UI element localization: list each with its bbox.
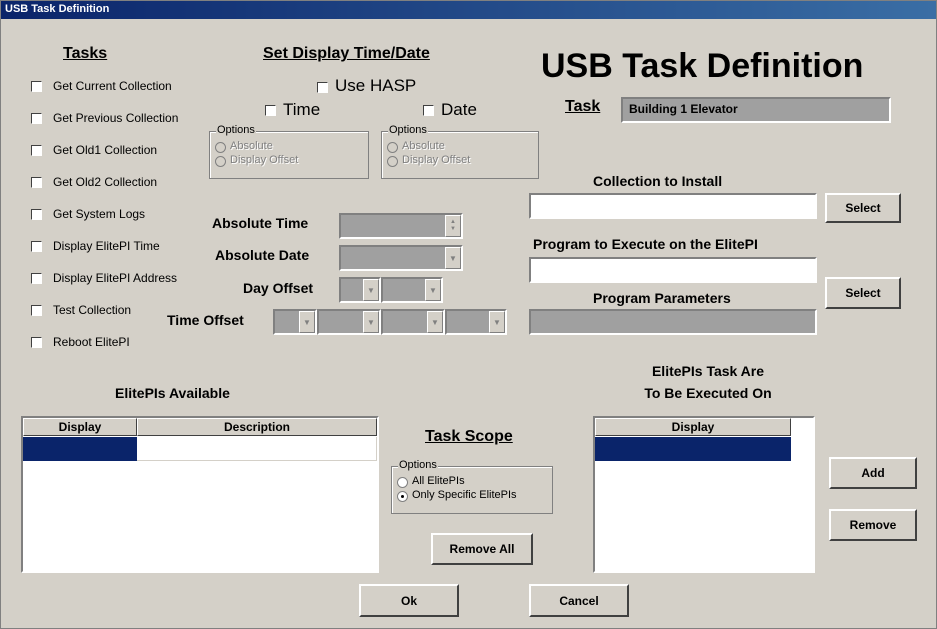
time-offset-combo-1[interactable]: ▼	[273, 309, 317, 335]
use-hasp-checkbox[interactable]	[317, 82, 328, 93]
task-checkbox[interactable]	[31, 145, 42, 156]
task-checkbox[interactable]	[31, 273, 42, 284]
time-absolute-label: Absolute	[230, 140, 273, 152]
date-checkbox[interactable]	[423, 105, 434, 116]
task-checkbox[interactable]	[31, 337, 42, 348]
scope-all-radio[interactable]	[397, 477, 408, 488]
time-options-legend: Options	[216, 124, 256, 136]
executed-list[interactable]: Display	[593, 416, 815, 573]
task-label: Reboot ElitePI	[53, 335, 130, 349]
chevron-down-icon[interactable]: ▼	[299, 311, 315, 333]
params-select-button[interactable]: Select	[825, 277, 901, 309]
collection-label: Collection to Install	[593, 173, 723, 189]
day-offset-combo-1[interactable]: ▼	[339, 277, 381, 303]
program-label: Program to Execute on the ElitePI	[533, 236, 758, 252]
date-display-offset-label: Display Offset	[402, 154, 471, 166]
cancel-button[interactable]: Cancel	[529, 584, 629, 617]
chevron-down-icon[interactable]: ▼	[427, 311, 443, 333]
absolute-time-label: Absolute Time	[212, 215, 309, 231]
task-label: Get Current Collection	[53, 79, 172, 93]
spinner-arrows-icon[interactable]: ▲ ▼	[445, 215, 461, 237]
available-col-description[interactable]: Description	[137, 418, 377, 436]
chevron-down-icon[interactable]: ▼	[363, 279, 379, 301]
scope-specific-radio[interactable]	[397, 491, 408, 502]
chevron-down-icon[interactable]: ▼	[445, 247, 461, 269]
list-item[interactable]	[595, 437, 791, 461]
task-label: Get Previous Collection	[53, 111, 179, 125]
time-display-offset-radio[interactable]	[215, 156, 226, 167]
program-input[interactable]	[529, 257, 817, 283]
task-label: Get Old2 Collection	[53, 175, 158, 189]
scope-all-label: All ElitePIs	[412, 475, 465, 487]
remove-button[interactable]: Remove	[829, 509, 917, 541]
day-offset-combo-2[interactable]: ▼	[381, 277, 443, 303]
chevron-down-icon[interactable]: ▼	[363, 311, 379, 333]
executed-heading-2: To Be Executed On	[644, 385, 772, 401]
task-checkbox[interactable]	[31, 209, 42, 220]
day-offset-label: Day Offset	[243, 280, 314, 296]
absolute-date-combo[interactable]: ▼	[339, 245, 463, 271]
absolute-date-label: Absolute Date	[215, 247, 310, 263]
remove-all-button[interactable]: Remove All	[431, 533, 533, 565]
page-title: USB Task Definition	[541, 47, 864, 85]
chevron-down-icon[interactable]: ▼	[425, 279, 441, 301]
scope-options-group: Options All ElitePIs Only Specific Elite…	[391, 459, 553, 514]
use-hasp-label: Use HASP	[335, 76, 417, 95]
task-checkbox[interactable]	[31, 305, 42, 316]
date-absolute-radio[interactable]	[387, 142, 398, 153]
task-label: Task	[565, 98, 601, 115]
time-checkbox[interactable]	[265, 105, 276, 116]
time-offset-combo-4[interactable]: ▼	[445, 309, 507, 335]
time-options-group: Options Absolute Display Offset	[209, 124, 369, 179]
window-title: USB Task Definition	[5, 3, 110, 15]
task-checkbox[interactable]	[31, 177, 42, 188]
date-options-group: Options Absolute Display Offset	[381, 124, 539, 179]
collection-input[interactable]	[529, 193, 817, 219]
chevron-down-icon[interactable]: ▼	[489, 311, 505, 333]
date-options-legend: Options	[388, 124, 428, 136]
ok-button[interactable]: Ok	[359, 584, 459, 617]
task-checkbox[interactable]	[31, 113, 42, 124]
available-heading: ElitePIs Available	[115, 385, 230, 401]
scope-heading: Task Scope	[425, 428, 513, 445]
time-offset-label: Time Offset	[167, 312, 244, 328]
collection-select-button[interactable]: Select	[825, 193, 901, 223]
task-label: Get System Logs	[53, 207, 146, 221]
task-label: Display ElitePI Address	[53, 271, 178, 285]
display-time-heading: Set Display Time/Date	[263, 45, 430, 62]
absolute-time-spinner[interactable]: ▲ ▼	[339, 213, 463, 239]
scope-options-legend: Options	[398, 459, 438, 471]
params-input[interactable]	[529, 309, 817, 335]
task-label: Test Collection	[53, 303, 132, 317]
task-label: Get Old1 Collection	[53, 143, 158, 157]
available-col-display[interactable]: Display	[23, 418, 137, 436]
task-name-field[interactable]: Building 1 Elevator	[621, 97, 891, 123]
add-button[interactable]: Add	[829, 457, 917, 489]
list-item[interactable]	[23, 437, 137, 461]
time-offset-combo-2[interactable]: ▼	[317, 309, 381, 335]
executed-heading-1: ElitePIs Task Are	[651, 363, 765, 379]
task-checkbox[interactable]	[31, 81, 42, 92]
executed-col-display[interactable]: Display	[595, 418, 791, 436]
date-absolute-label: Absolute	[402, 140, 445, 152]
tasks-heading: Tasks	[63, 45, 108, 62]
time-absolute-radio[interactable]	[215, 142, 226, 153]
scope-specific-label: Only Specific ElitePIs	[412, 489, 517, 501]
date-label: Date	[441, 100, 477, 119]
time-offset-combo-3[interactable]: ▼	[381, 309, 445, 335]
date-display-offset-radio[interactable]	[387, 156, 398, 167]
title-bar[interactable]: USB Task Definition	[1, 1, 936, 19]
dialog-window: USB Task Definition Tasks Get Current Co…	[0, 0, 937, 629]
time-label: Time	[283, 100, 321, 119]
task-checkbox[interactable]	[31, 241, 42, 252]
list-item[interactable]	[137, 437, 377, 461]
time-display-offset-label: Display Offset	[230, 154, 299, 166]
available-list[interactable]: Display Description	[21, 416, 379, 573]
task-label: Display ElitePI Time	[53, 239, 160, 253]
params-label: Program Parameters	[593, 290, 731, 306]
